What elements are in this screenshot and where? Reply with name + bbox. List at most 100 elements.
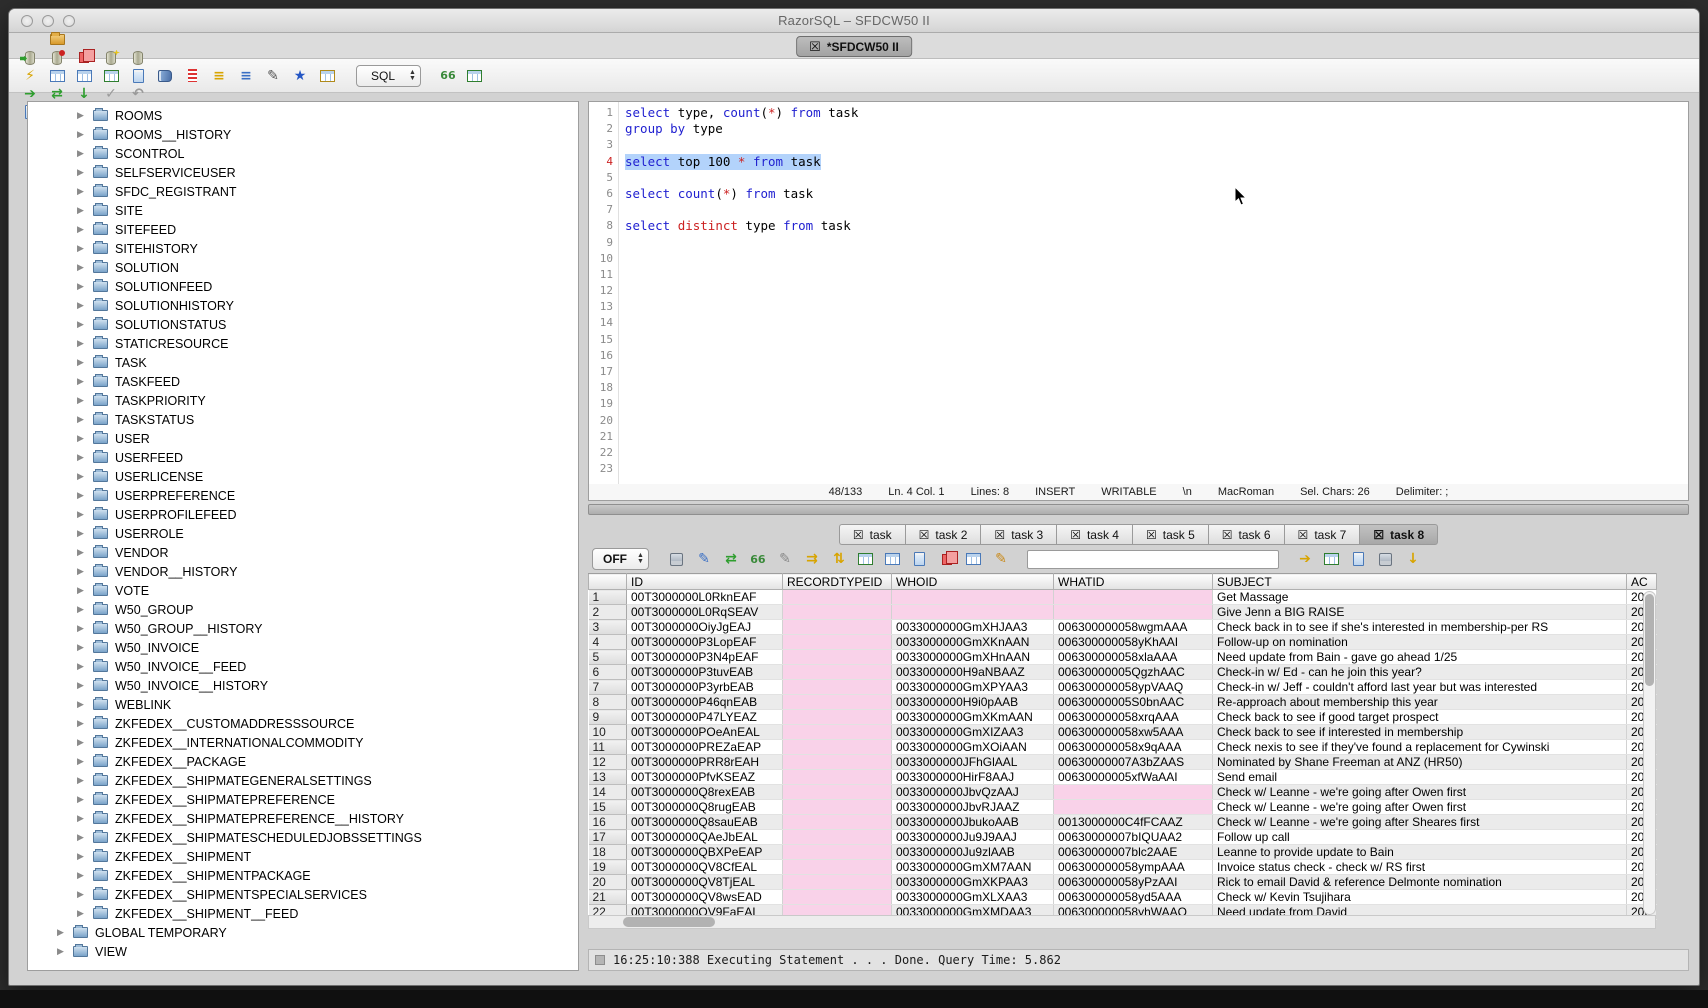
tree-item-zkfedex-shipmatepreference[interactable]: ▶ZKFEDEX__SHIPMATEPREFERENCE	[28, 790, 578, 809]
expand-arrow-icon[interactable]: ▶	[77, 243, 86, 254]
expand-arrow-icon[interactable]: ▶	[77, 908, 86, 919]
tree-item-solution[interactable]: ▶SOLUTION	[28, 258, 578, 277]
cell-subject[interactable]: Check w/ Kevin Tsujihara	[1213, 890, 1627, 905]
expand-arrow-icon[interactable]: ▶	[77, 756, 86, 767]
cell-subject[interactable]: Need update from Bain - gave go ahead 1/…	[1213, 650, 1627, 665]
tree-item-rooms[interactable]: ▶ROOMS	[28, 106, 578, 125]
cell-recordtypeid[interactable]	[783, 875, 892, 890]
cell-id[interactable]: 00T3000000Q8rugEAB	[627, 800, 783, 815]
cell-id[interactable]: 00T3000000P3LopEAF	[627, 635, 783, 650]
cell-id[interactable]: 00T3000000P3N4pEAF	[627, 650, 783, 665]
cell-id[interactable]: 00T3000000QV8wsEAD	[627, 890, 783, 905]
cell-whoid[interactable]: 0033000000GmXM7AAN	[892, 860, 1054, 875]
expand-arrow-icon[interactable]: ▶	[77, 490, 86, 501]
cell-subject[interactable]: Check-in w/ Ed - can he join this year?	[1213, 665, 1627, 680]
tree-item-w50-group[interactable]: ▶W50_GROUP	[28, 600, 578, 619]
cell-recordtypeid[interactable]	[783, 605, 892, 620]
cell-subject[interactable]: Check back to see if interested in membe…	[1213, 725, 1627, 740]
code-line-21[interactable]	[625, 429, 1688, 445]
expand-arrow-icon[interactable]: ▶	[77, 851, 86, 862]
expand-arrow-icon[interactable]: ▶	[77, 110, 86, 121]
tree-item-taskstatus[interactable]: ▶TASKSTATUS	[28, 410, 578, 429]
cell-whoid[interactable]: 0033000000GmXLXAA3	[892, 890, 1054, 905]
code-line-10[interactable]	[625, 251, 1688, 267]
cell-subject[interactable]: Nominated by Shane Freeman at ANZ (HR50)	[1213, 755, 1627, 770]
expand-arrow-icon[interactable]: ▶	[77, 585, 86, 596]
edit-form-icon[interactable]	[48, 67, 66, 85]
expand-arrow-icon[interactable]: ▶	[77, 395, 86, 406]
table-row[interactable]: 1700T3000000QAeJbEAL0033000000Ju9J9AAJ00…	[589, 830, 1657, 845]
tree-item-site[interactable]: ▶SITE	[28, 201, 578, 220]
cell-id[interactable]: 00T3000000PREZaEAP	[627, 740, 783, 755]
tree-item-w50-invoice-feed[interactable]: ▶W50_INVOICE__FEED	[28, 657, 578, 676]
tab-close-icon[interactable]: ☒	[994, 528, 1005, 542]
code-line-7[interactable]	[625, 202, 1688, 218]
cell-recordtypeid[interactable]	[783, 860, 892, 875]
code-line-2[interactable]: group by type	[625, 121, 1688, 137]
cell-recordtypeid[interactable]	[783, 830, 892, 845]
connection-tab[interactable]: ☒ *SFDCW50 II	[796, 36, 912, 57]
expand-arrow-icon[interactable]: ▶	[77, 623, 86, 634]
cell-rownum[interactable]: 5	[589, 650, 627, 665]
refresh-results-icon[interactable]: ⇄	[722, 550, 740, 568]
expand-arrow-icon[interactable]: ▶	[77, 718, 86, 729]
tab-close-icon[interactable]: ☒	[853, 528, 864, 542]
format-indent-icon[interactable]: ≡	[210, 67, 228, 85]
cell-whoid[interactable]: 0033000000JbukoAAB	[892, 815, 1054, 830]
syntax-quotes-icon[interactable]: 66	[749, 550, 767, 568]
cell-id[interactable]: 00T3000000POeAnEAL	[627, 725, 783, 740]
download-icon[interactable]: ↓	[1404, 550, 1422, 568]
expand-arrow-icon[interactable]: ▶	[77, 262, 86, 273]
cell-rownum[interactable]: 14	[589, 785, 627, 800]
cell-recordtypeid[interactable]	[783, 665, 892, 680]
cell-whatid[interactable]: 006300000058x9qAAA	[1054, 740, 1213, 755]
cell-id[interactable]: 00T3000000L0RqSEAV	[627, 605, 783, 620]
cell-rownum[interactable]: 21	[589, 890, 627, 905]
code-line-9[interactable]	[625, 235, 1688, 251]
tree-item-vendor[interactable]: ▶VENDOR	[28, 543, 578, 562]
expand-arrow-icon[interactable]: ▶	[77, 870, 86, 881]
cell-id[interactable]: 00T3000000L0RknEAF	[627, 590, 783, 605]
expand-arrow-icon[interactable]: ▶	[77, 889, 86, 900]
code-line-17[interactable]	[625, 364, 1688, 380]
cell-subject[interactable]: Check w/ Leanne - we're going after Owen…	[1213, 785, 1627, 800]
cell-whoid[interactable]: 0033000000GmXKmAAN	[892, 710, 1054, 725]
cell-rownum[interactable]: 2	[589, 605, 627, 620]
tree-item-solutionfeed[interactable]: ▶SOLUTIONFEED	[28, 277, 578, 296]
cell-id[interactable]: 00T3000000QV8CfEAL	[627, 860, 783, 875]
table-row[interactable]: 1600T3000000Q8sauEAB0033000000JbukoAAB00…	[589, 815, 1657, 830]
code-line-11[interactable]	[625, 267, 1688, 283]
sql-mode-select[interactable]: SQL ▲▼	[356, 65, 421, 87]
cell-id[interactable]: 00T3000000Q8rexEAB	[627, 785, 783, 800]
cell-subject[interactable]: Invoice status check - check w/ RS first	[1213, 860, 1627, 875]
code-line-14[interactable]	[625, 315, 1688, 331]
cell-recordtypeid[interactable]	[783, 620, 892, 635]
tree-item-userprofilefeed[interactable]: ▶USERPROFILEFEED	[28, 505, 578, 524]
cell-recordtypeid[interactable]	[783, 680, 892, 695]
column-header-id[interactable]: ID	[627, 574, 783, 590]
cell-whatid[interactable]	[1054, 590, 1213, 605]
cell-id[interactable]: 00T3000000P46qnEAB	[627, 695, 783, 710]
tree-item-userrole[interactable]: ▶USERROLE	[28, 524, 578, 543]
tree-item-vote[interactable]: ▶VOTE	[28, 581, 578, 600]
cell-id[interactable]: 00T3000000PfvKSEAZ	[627, 770, 783, 785]
results-grid[interactable]: IDRECORDTYPEIDWHOIDWHATIDSUBJECTAC100T30…	[588, 573, 1657, 920]
table-row[interactable]: 1900T3000000QV8CfEAL0033000000GmXM7AAN00…	[589, 860, 1657, 875]
column-header-subject[interactable]: SUBJECT	[1213, 574, 1627, 590]
code-line-1[interactable]: select type, count(*) from task	[625, 105, 1688, 121]
expand-arrow-icon[interactable]: ▶	[77, 680, 86, 691]
panel-splitter[interactable]	[588, 504, 1689, 515]
result-tab-task-3[interactable]: ☒task 3	[980, 524, 1056, 545]
code-line-6[interactable]: select count(*) from task	[625, 186, 1688, 202]
edit-lines-icon[interactable]: ✎	[695, 550, 713, 568]
cell-whoid[interactable]: 0033000000JbvRJAAZ	[892, 800, 1054, 815]
result-tab-task-6[interactable]: ☒task 6	[1208, 524, 1284, 545]
cell-subject[interactable]: Check w/ Leanne - we're going after Shea…	[1213, 815, 1627, 830]
cell-recordtypeid[interactable]	[783, 590, 892, 605]
edit-arrow-icon[interactable]: ✎	[776, 550, 794, 568]
cell-rownum[interactable]: 1	[589, 590, 627, 605]
expand-arrow-icon[interactable]: ▶	[77, 775, 86, 786]
cell-rownum[interactable]: 6	[589, 665, 627, 680]
scrollbar-thumb[interactable]	[1645, 594, 1654, 686]
notes-edit-icon[interactable]	[1350, 550, 1368, 568]
